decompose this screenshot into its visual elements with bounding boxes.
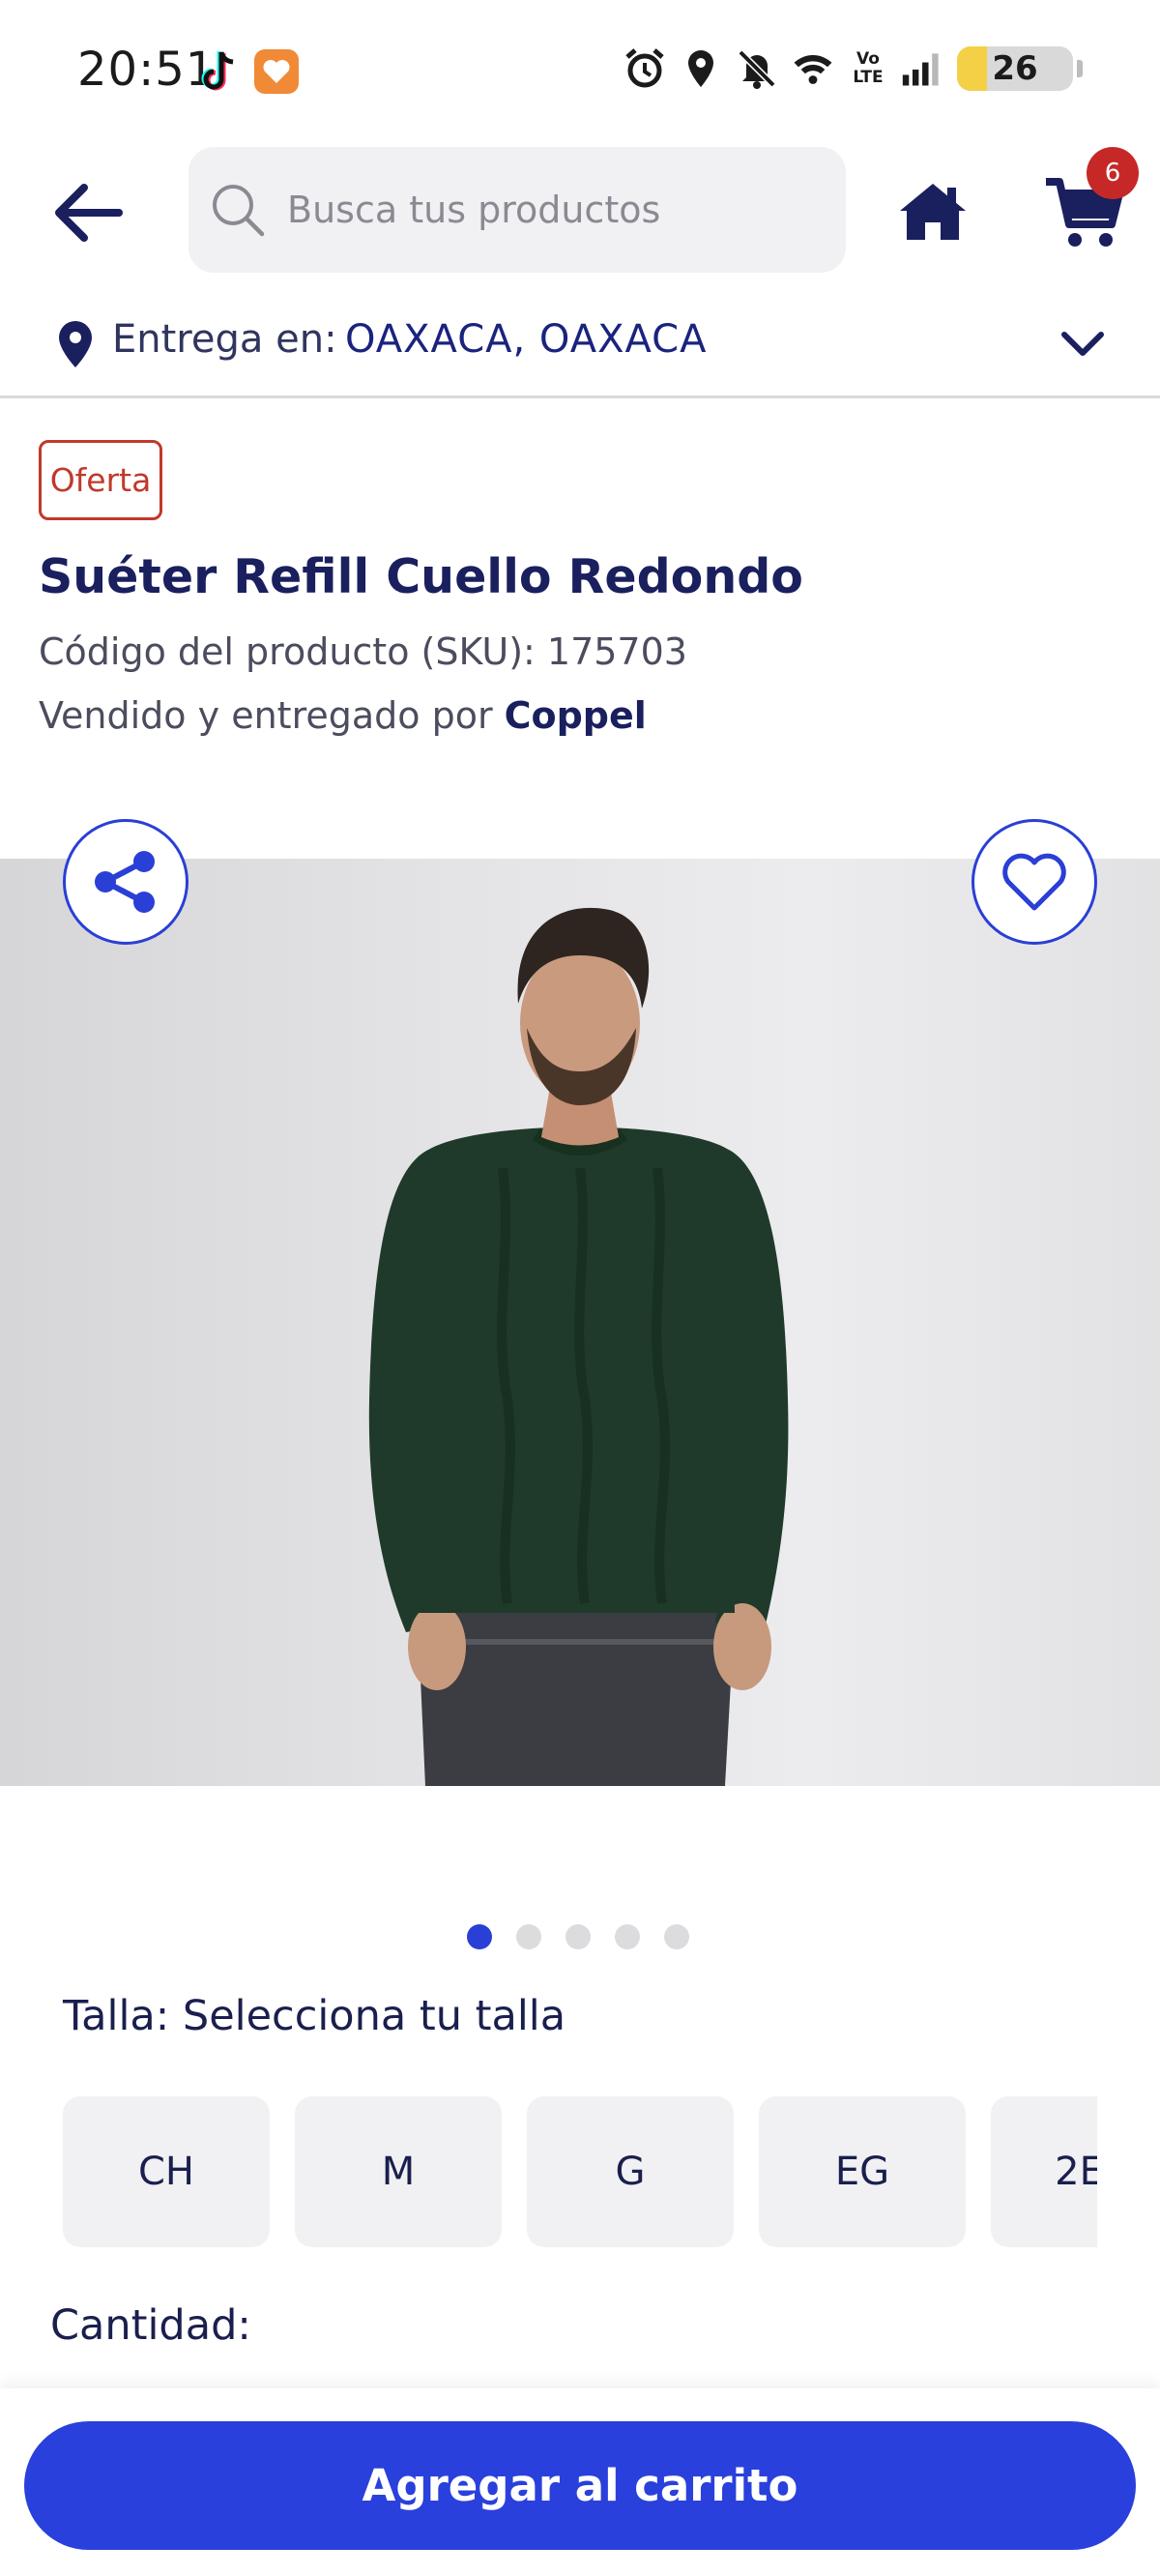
size-option[interactable]: G — [527, 2096, 734, 2247]
status-system-icons: Vo LTE 26 — [623, 46, 1083, 91]
offer-badge: Oferta — [39, 440, 162, 520]
status-time: 20:51 — [77, 43, 217, 97]
size-label: Talla: Selecciona tu talla — [63, 1992, 566, 2040]
home-icon — [900, 184, 966, 240]
volte-line2: LTE — [853, 68, 884, 87]
app-icon — [254, 49, 299, 94]
chevron-down-icon[interactable] — [1058, 325, 1107, 364]
signal-icon — [902, 53, 939, 86]
carousel-dot[interactable] — [467, 1924, 492, 1949]
battery-tip — [1077, 60, 1083, 77]
back-arrow-icon — [55, 184, 123, 242]
volte-icon: Vo LTE — [847, 50, 889, 87]
add-to-cart-button[interactable]: Agregar al carrito — [24, 2421, 1136, 2550]
carousel-dots[interactable] — [467, 1924, 689, 1949]
carousel-dot[interactable] — [566, 1924, 591, 1949]
share-icon — [95, 851, 155, 913]
product-photo — [368, 907, 789, 1786]
location-icon — [688, 50, 713, 87]
status-bar: 20:51 Vo LTE 26 — [0, 0, 1160, 140]
size-option[interactable]: 2EG — [991, 2096, 1097, 2247]
size-option[interactable]: EG — [759, 2096, 966, 2247]
delivery-location-selector[interactable]: Entrega en: OAXACA, OAXACA — [0, 290, 1160, 398]
status-app-icons — [198, 48, 299, 95]
carousel-dot[interactable] — [664, 1924, 689, 1949]
delivery-label: Entrega en: — [112, 317, 337, 362]
product-title: Suéter Refill Cuello Redondo — [39, 549, 803, 604]
size-option[interactable]: M — [295, 2096, 502, 2247]
product-image[interactable] — [0, 859, 1160, 1786]
heart-icon — [1002, 853, 1066, 911]
seller-name[interactable]: Coppel — [505, 694, 647, 737]
favorite-button[interactable] — [972, 819, 1097, 945]
battery-icon: 26 — [957, 46, 1073, 91]
battery-level: 26 — [992, 49, 1038, 88]
volte-line1: Vo — [856, 49, 880, 69]
alarm-icon — [625, 48, 664, 88]
location-pin-icon — [59, 321, 92, 367]
size-option[interactable]: CH — [63, 2096, 270, 2247]
bell-off-icon — [738, 49, 776, 89]
tiktok-icon — [201, 51, 234, 91]
carousel-dot[interactable] — [615, 1924, 640, 1949]
seller-prefix: Vendido y entregado por — [39, 694, 493, 737]
wifi-icon — [794, 55, 832, 84]
quantity-label: Cantidad: — [50, 2301, 251, 2350]
seller-line: Vendido y entregado por Coppel — [39, 694, 647, 737]
carousel-dot[interactable] — [516, 1924, 541, 1949]
share-button[interactable] — [63, 819, 188, 945]
search-input[interactable] — [287, 189, 828, 231]
battery-fill — [957, 46, 988, 91]
delivery-location: OAXACA, OAXACA — [345, 317, 708, 362]
back-button[interactable] — [48, 174, 126, 251]
cart-button[interactable]: 6 — [1044, 147, 1139, 259]
cart-count-badge: 6 — [1087, 147, 1139, 199]
search-icon — [213, 185, 265, 237]
home-button[interactable] — [894, 172, 972, 249]
top-header: 6 — [0, 145, 1160, 276]
bottom-action-bar: Agregar al carrito — [0, 2388, 1160, 2576]
product-sku: Código del producto (SKU): 175703 — [39, 630, 687, 673]
search-bar[interactable] — [188, 147, 846, 273]
size-options: CHMGEG2EG — [63, 2096, 1097, 2247]
